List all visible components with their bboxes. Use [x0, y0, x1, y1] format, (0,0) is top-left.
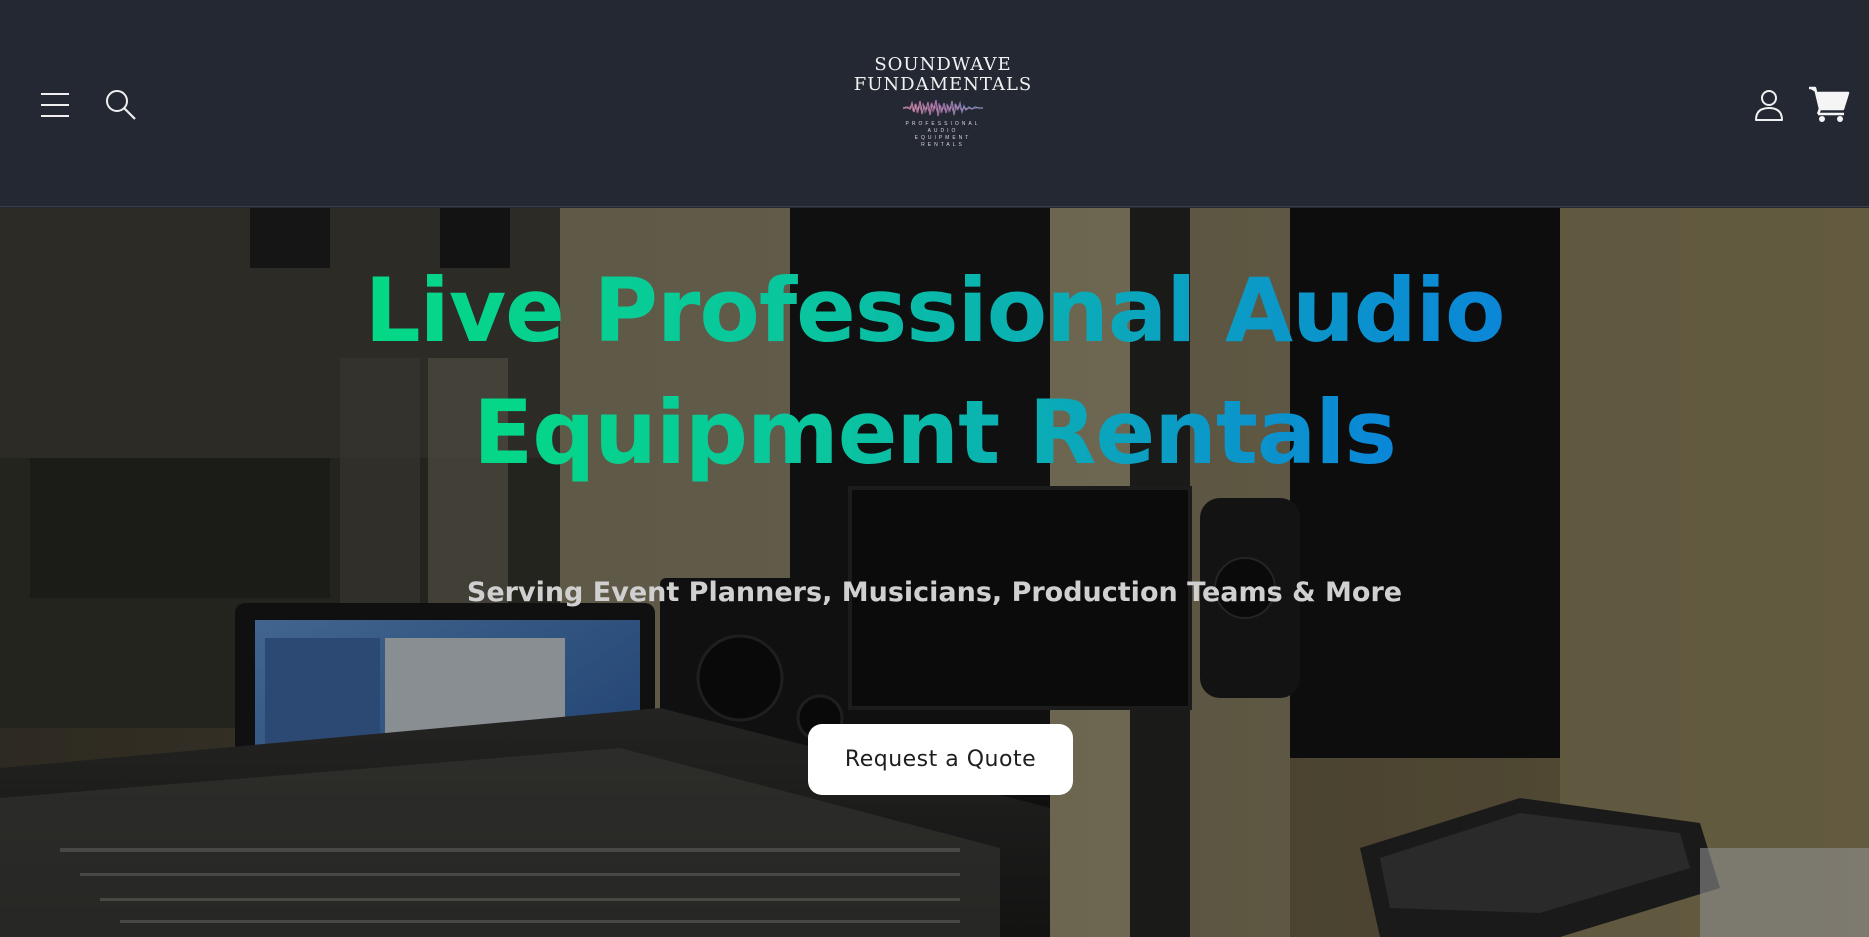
cart-icon: [1809, 86, 1850, 122]
search-button[interactable]: [96, 80, 146, 130]
site-logo[interactable]: SOUNDWAVE FUNDAMENTALS PROFESSIONAL AUDI…: [838, 55, 1048, 165]
menu-icon: [41, 93, 69, 117]
hero-headline-line-2: Equipment Rentals: [473, 381, 1397, 484]
logo-line-2: FUNDAMENTALS: [853, 74, 1033, 95]
search-icon: [106, 90, 136, 120]
account-icon: [1755, 90, 1783, 121]
account-button[interactable]: [1744, 80, 1794, 130]
cart-button[interactable]: [1800, 76, 1858, 132]
menu-button[interactable]: [30, 80, 80, 130]
logo-line-1: SOUNDWAVE: [874, 54, 1012, 75]
hero-subheadline: Serving Event Planners, Musicians, Produ…: [466, 577, 1403, 608]
hero-headline: Live Professional Audio Equipment Rental…: [200, 250, 1669, 494]
hero-headline-line-1: Live Professional Audio: [364, 259, 1506, 362]
request-quote-button[interactable]: Request a Quote: [808, 724, 1073, 795]
logo-tagline: PROFESSIONAL AUDIO EQUIPMENT RENTALS: [905, 121, 981, 148]
soundwave-graphic: [903, 99, 983, 117]
site-header: SOUNDWAVE FUNDAMENTALS PROFESSIONAL AUDI…: [0, 0, 1869, 207]
